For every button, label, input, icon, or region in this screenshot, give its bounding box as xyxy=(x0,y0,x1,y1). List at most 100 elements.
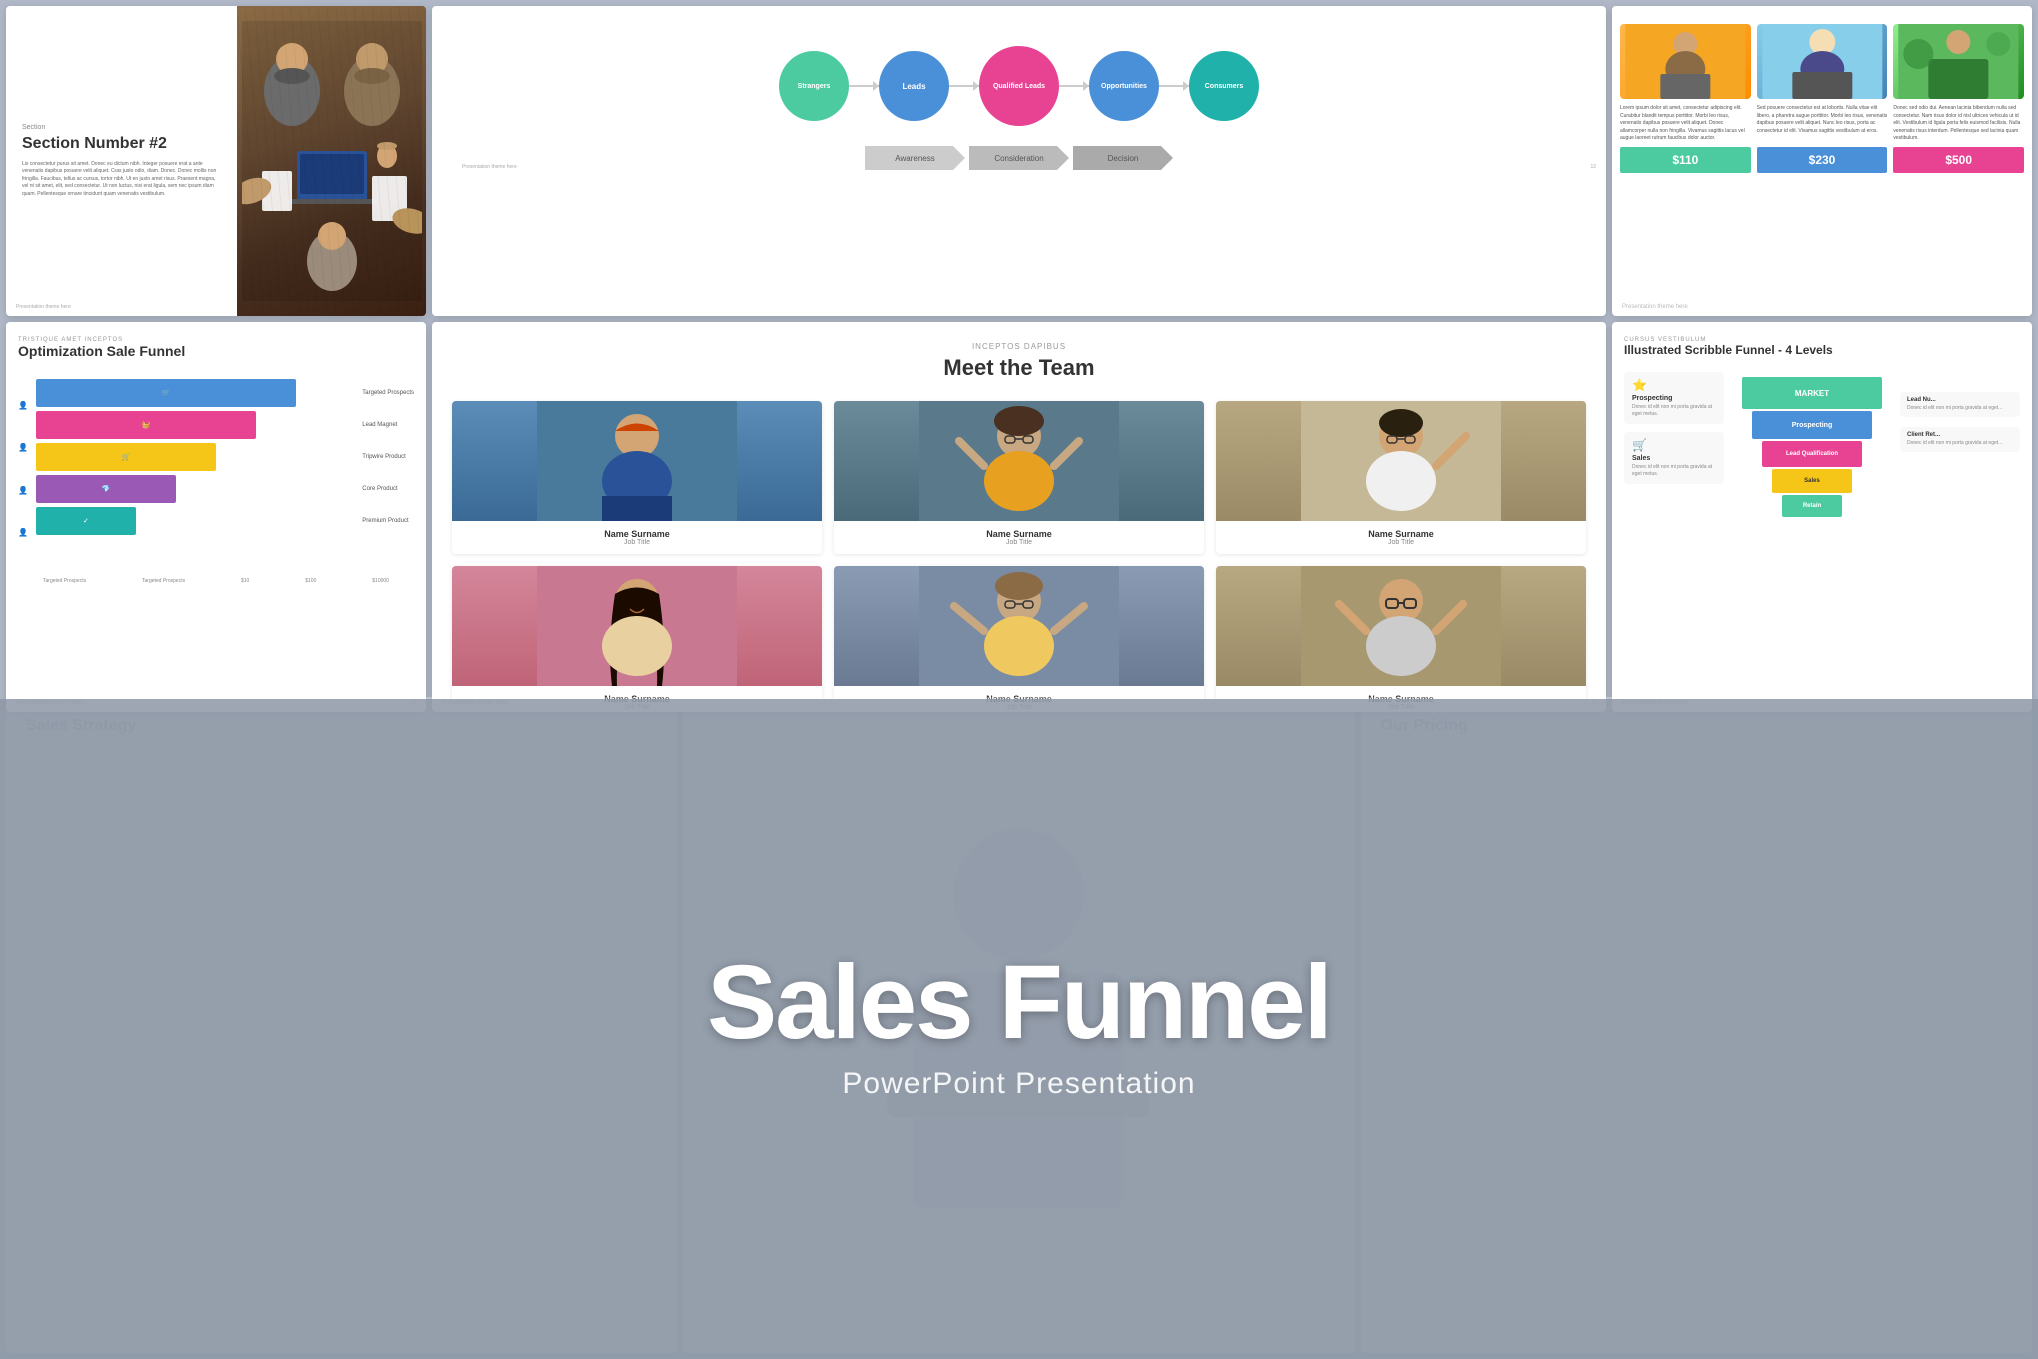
step-card-sales: 🛒 Sales Donec id elit non mi porta gravi… xyxy=(1624,432,1724,484)
pricing-card-1: Lorem ipsum dolor sit amet, consectetur … xyxy=(1620,24,1751,173)
xlabel-3: $100 xyxy=(305,578,316,584)
person-icon-4: 👤 xyxy=(18,528,28,537)
x-axis-labels: Targeted Prospects Targeted Prospects $1… xyxy=(18,578,414,584)
pricing-badge-3: $500 xyxy=(1893,147,2024,173)
member-photo-bg-1 xyxy=(452,401,822,521)
person-team-svg-1 xyxy=(452,401,822,521)
arrow-4 xyxy=(1159,85,1189,87)
slides-grid: Section Section Number #2 Lis consectetu… xyxy=(0,0,2038,690)
funnel-bar-2: 🧺 xyxy=(36,411,256,439)
slide2-footer: Presentation theme here 12 xyxy=(462,164,1596,170)
team-member-2: Name Surname Job Title xyxy=(834,401,1204,554)
funnel-label-retain: Retain xyxy=(1803,503,1821,509)
xlabel-2: $10 xyxy=(241,578,249,584)
detail-card-text-2: Donec id elit non mi porta gravida at eg… xyxy=(1907,440,2013,447)
pricing-card-3: Donec sed odio dui. Aenean lacinia biben… xyxy=(1893,24,2024,173)
pricing-badge-1: $110 xyxy=(1620,147,1751,173)
funnel-label-sales: Sales xyxy=(1804,478,1820,484)
member-photo-6 xyxy=(1216,566,1586,686)
detail-card-text-1: Donec id elit non mi porta gravida at eg… xyxy=(1907,405,2013,412)
funnel-bar-5: ✓ xyxy=(36,507,136,535)
member-photo-3 xyxy=(1216,401,1586,521)
business-image-3 xyxy=(1893,24,2024,99)
person-svg-3 xyxy=(1893,24,2024,99)
team-member-3: Name Surname Job Title xyxy=(1216,401,1586,554)
person-team-svg-4 xyxy=(452,566,822,686)
step-title-sales: Sales xyxy=(1632,455,1716,462)
team-grid: Name Surname Job Title xyxy=(452,401,1586,712)
label-core: Core Product xyxy=(362,475,414,503)
member-photo-1 xyxy=(452,401,822,521)
left-persons: 👤 👤 👤 👤 xyxy=(18,374,28,554)
meet-team-title: Meet the Team xyxy=(452,355,1586,381)
funnel-labels: Targeted Prospects Lead Magnet Tripwire … xyxy=(362,379,414,535)
member-photo-4 xyxy=(452,566,822,686)
person-icon-1: 👤 xyxy=(18,401,28,410)
circle-qualified: Qualified Leads xyxy=(979,46,1059,126)
arrow-3 xyxy=(1059,85,1089,87)
member-photo-bg-5 xyxy=(834,566,1204,686)
pricing-badge-2: $230 xyxy=(1757,147,1888,173)
step-title-prospecting: Prospecting xyxy=(1632,395,1716,402)
slide1-text-area: Section Section Number #2 Lis consectetu… xyxy=(6,6,237,316)
member-photo-5 xyxy=(834,566,1204,686)
slide-pricing[interactable]: Lorem ipsum dolor sit amet, consectetur … xyxy=(1612,6,2032,316)
member-photo-2 xyxy=(834,401,1204,521)
member-name-3: Name Surname xyxy=(1224,529,1578,539)
slide-pipeline[interactable]: Strangers Leads Qualified Leads Opportun… xyxy=(432,6,1606,316)
funnel-bar-1: 🛒 xyxy=(36,379,296,407)
slide3-footer: Presentation theme here xyxy=(1622,304,2022,310)
funnel-detail-cards: Lead Nu... Donec id elit non mi porta gr… xyxy=(1900,372,2020,602)
step-icon-star: ⭐ xyxy=(1632,378,1716,392)
slide1-body: Lis consectetur purus sit amet. Donec eu… xyxy=(22,161,221,199)
member-photo-bg-6 xyxy=(1216,566,1586,686)
label-lead: Lead Magnet xyxy=(362,411,414,439)
funnel-level-lead: Lead Qualification xyxy=(1762,441,1862,467)
pipeline-circles: Strangers Leads Qualified Leads Opportun… xyxy=(452,46,1586,126)
circle-opportunities-label: Opportunities xyxy=(1101,83,1147,90)
funnel-bar-3: 🛒 xyxy=(36,443,216,471)
table-scene xyxy=(237,6,426,316)
stage-awareness-label: Awareness xyxy=(895,154,934,163)
pricing-card-2: Sed posuere consectetur est at lobortis.… xyxy=(1757,24,1888,173)
slide-funnel-left[interactable]: TRISTIQUE AMET INCEPTOS Optimization Sal… xyxy=(6,322,426,712)
funnel-level-market: MARKET xyxy=(1742,377,1882,409)
people-scene xyxy=(237,6,426,316)
xlabel-0: Targeted Prospects xyxy=(43,578,86,584)
member-info-1: Name Surname Job Title xyxy=(452,521,822,554)
slide-scribble-funnel[interactable]: CURSUS VESTIBULUM Illustrated Scribble F… xyxy=(1612,322,2032,712)
member-job-2: Job Title xyxy=(842,539,1196,546)
slide6-header: CURSUS VESTIBULUM Illustrated Scribble F… xyxy=(1624,337,2020,357)
funnel-label-lead: Lead Qualification xyxy=(1786,451,1838,457)
circle-leads: Leads xyxy=(879,51,949,121)
member-photo-bg-3 xyxy=(1216,401,1586,521)
funnel-right-area: ⭐ Prospecting Donec id elit non mi porta… xyxy=(1624,372,2020,602)
member-info-2: Name Surname Job Title xyxy=(834,521,1204,554)
detail-card-title-2: Client Ret... xyxy=(1907,432,2013,438)
price-1-value: $110 xyxy=(1672,153,1698,167)
circle-opportunities: Opportunities xyxy=(1089,51,1159,121)
slide1-section-number: Section Number #2 xyxy=(22,135,221,153)
person-team-svg-3 xyxy=(1216,401,1586,521)
slide-section-header[interactable]: Section Section Number #2 Lis consectetu… xyxy=(6,6,426,316)
funnel-level-retain: Retain xyxy=(1782,495,1842,517)
funnel-bar-4: 💎 xyxy=(36,475,176,503)
circle-consumers: Consumers xyxy=(1189,51,1259,121)
meet-team-header: INCEPTOS DAPIBUS Meet the Team xyxy=(452,342,1586,381)
slide1-section-label: Section xyxy=(22,124,221,131)
circle-strangers-label: Strangers xyxy=(798,83,831,90)
circle-qualified-label: Qualified Leads xyxy=(993,83,1045,90)
member-name-2: Name Surname xyxy=(842,529,1196,539)
person-svg-2 xyxy=(1757,24,1888,99)
member-info-3: Name Surname Job Title xyxy=(1216,521,1586,554)
team-member-1: Name Surname Job Title xyxy=(452,401,822,554)
member-job-3: Job Title xyxy=(1224,539,1578,546)
step-icon-cart: 🛒 xyxy=(1632,438,1716,452)
slide-meet-team[interactable]: INCEPTOS DAPIBUS Meet the Team xyxy=(432,322,1606,712)
step-text-sales: Donec id elit non mi porta gravida at eg… xyxy=(1632,464,1716,478)
meet-team-sublabel: INCEPTOS DAPIBUS xyxy=(452,342,1586,351)
slide4-header: TRISTIQUE AMET INCEPTOS Optimization Sal… xyxy=(18,337,414,359)
person-icon-2: 👤 xyxy=(18,443,28,452)
funnel-label-market: MARKET xyxy=(1795,389,1829,398)
person-svg-1 xyxy=(1620,24,1751,99)
